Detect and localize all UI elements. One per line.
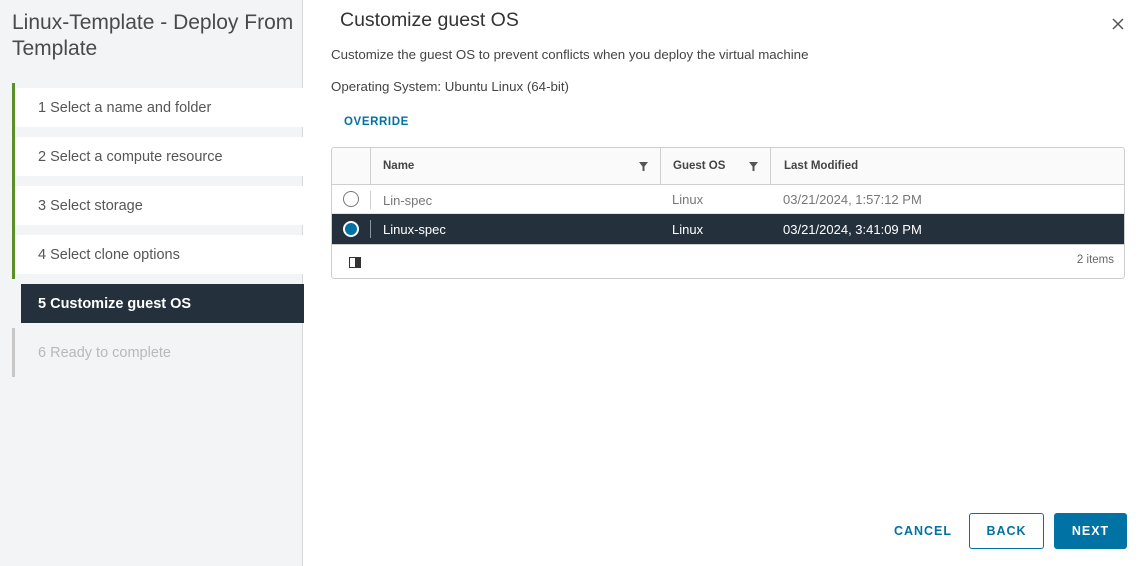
- column-header-last-modified[interactable]: Last Modified: [770, 148, 1124, 184]
- cell-last-modified: 03/21/2024, 1:57:12 PM: [783, 191, 922, 207]
- cell-guest-os: Linux: [672, 221, 704, 237]
- step-select-name-folder[interactable]: 1 Select a name and folder: [12, 83, 304, 132]
- next-button[interactable]: NEXT: [1054, 513, 1127, 549]
- filter-icon[interactable]: [639, 162, 648, 174]
- cell-guest-os: Linux: [672, 191, 704, 207]
- row-radio[interactable]: [343, 191, 359, 207]
- row-select-cell: [332, 185, 370, 213]
- step-progress-bar: [12, 328, 15, 377]
- column-header-guest-os[interactable]: Guest OS: [660, 148, 770, 184]
- back-button[interactable]: BACK: [969, 513, 1044, 549]
- page-title: Customize guest OS: [340, 9, 519, 31]
- filter-icon[interactable]: [749, 162, 758, 174]
- step-select-compute-resource[interactable]: 2 Select a compute resource: [12, 132, 304, 181]
- table-row-selected[interactable]: Linux-spec Linux 03/21/2024, 3:41:09 PM: [332, 214, 1124, 244]
- step-select-storage[interactable]: 3 Select storage: [12, 181, 304, 230]
- step-label: 3 Select storage: [38, 197, 143, 214]
- column-header-name[interactable]: Name: [370, 148, 660, 184]
- operating-system-label: Operating System: Ubuntu Linux (64-bit): [331, 79, 569, 94]
- column-toggle-icon[interactable]: [349, 256, 361, 271]
- column-header-label: Guest OS: [673, 160, 726, 172]
- wizard-steps: 1 Select a name and folder 2 Select a co…: [12, 83, 304, 382]
- select-column-header: [332, 148, 370, 184]
- column-header-label: Name: [383, 160, 415, 172]
- step-customize-guest-os[interactable]: 5 Customize guest OS: [21, 284, 304, 323]
- step-label: 5 Customize guest OS: [38, 295, 192, 312]
- step-label: 6 Ready to complete: [38, 344, 171, 361]
- wizard-title: Linux-Template - Deploy From Template: [12, 11, 294, 60]
- close-icon[interactable]: [1108, 14, 1128, 34]
- step-label: 1 Select a name and folder: [38, 99, 212, 116]
- override-button[interactable]: OVERRIDE: [344, 116, 409, 128]
- cancel-button[interactable]: CANCEL: [880, 513, 966, 549]
- row-select-cell: [332, 214, 370, 244]
- step-progress-bar: [12, 132, 15, 181]
- customization-spec-grid: Name Guest OS Last Modified Lin-spec Lin…: [331, 147, 1125, 279]
- table-row[interactable]: Lin-spec Linux 03/21/2024, 1:57:12 PM: [332, 185, 1124, 214]
- grid-header: Name Guest OS Last Modified: [332, 148, 1124, 185]
- step-label: 4 Select clone options: [38, 246, 180, 263]
- step-progress-bar: [12, 230, 15, 279]
- cell-last-modified: 03/21/2024, 3:41:09 PM: [783, 221, 922, 237]
- column-header-label: Last Modified: [784, 160, 859, 172]
- step-progress-bar: [12, 83, 15, 132]
- cell-name: Linux-spec: [370, 220, 660, 238]
- row-radio-checked[interactable]: [343, 221, 359, 237]
- step-progress-bar: [12, 181, 15, 230]
- wizard-sidebar: Linux-Template - Deploy From Template 1 …: [0, 0, 304, 566]
- main-panel: Customize guest OS Customize the guest O…: [304, 0, 1138, 566]
- grid-footer: 2 items: [332, 244, 1124, 278]
- step-select-clone-options[interactable]: 4 Select clone options: [12, 230, 304, 279]
- step-label: 2 Select a compute resource: [38, 148, 223, 165]
- page-description: Customize the guest OS to prevent confli…: [331, 47, 809, 62]
- step-ready-to-complete: 6 Ready to complete: [12, 328, 304, 377]
- grid-item-count: 2 items: [1076, 254, 1114, 266]
- cell-name: Lin-spec: [370, 191, 660, 209]
